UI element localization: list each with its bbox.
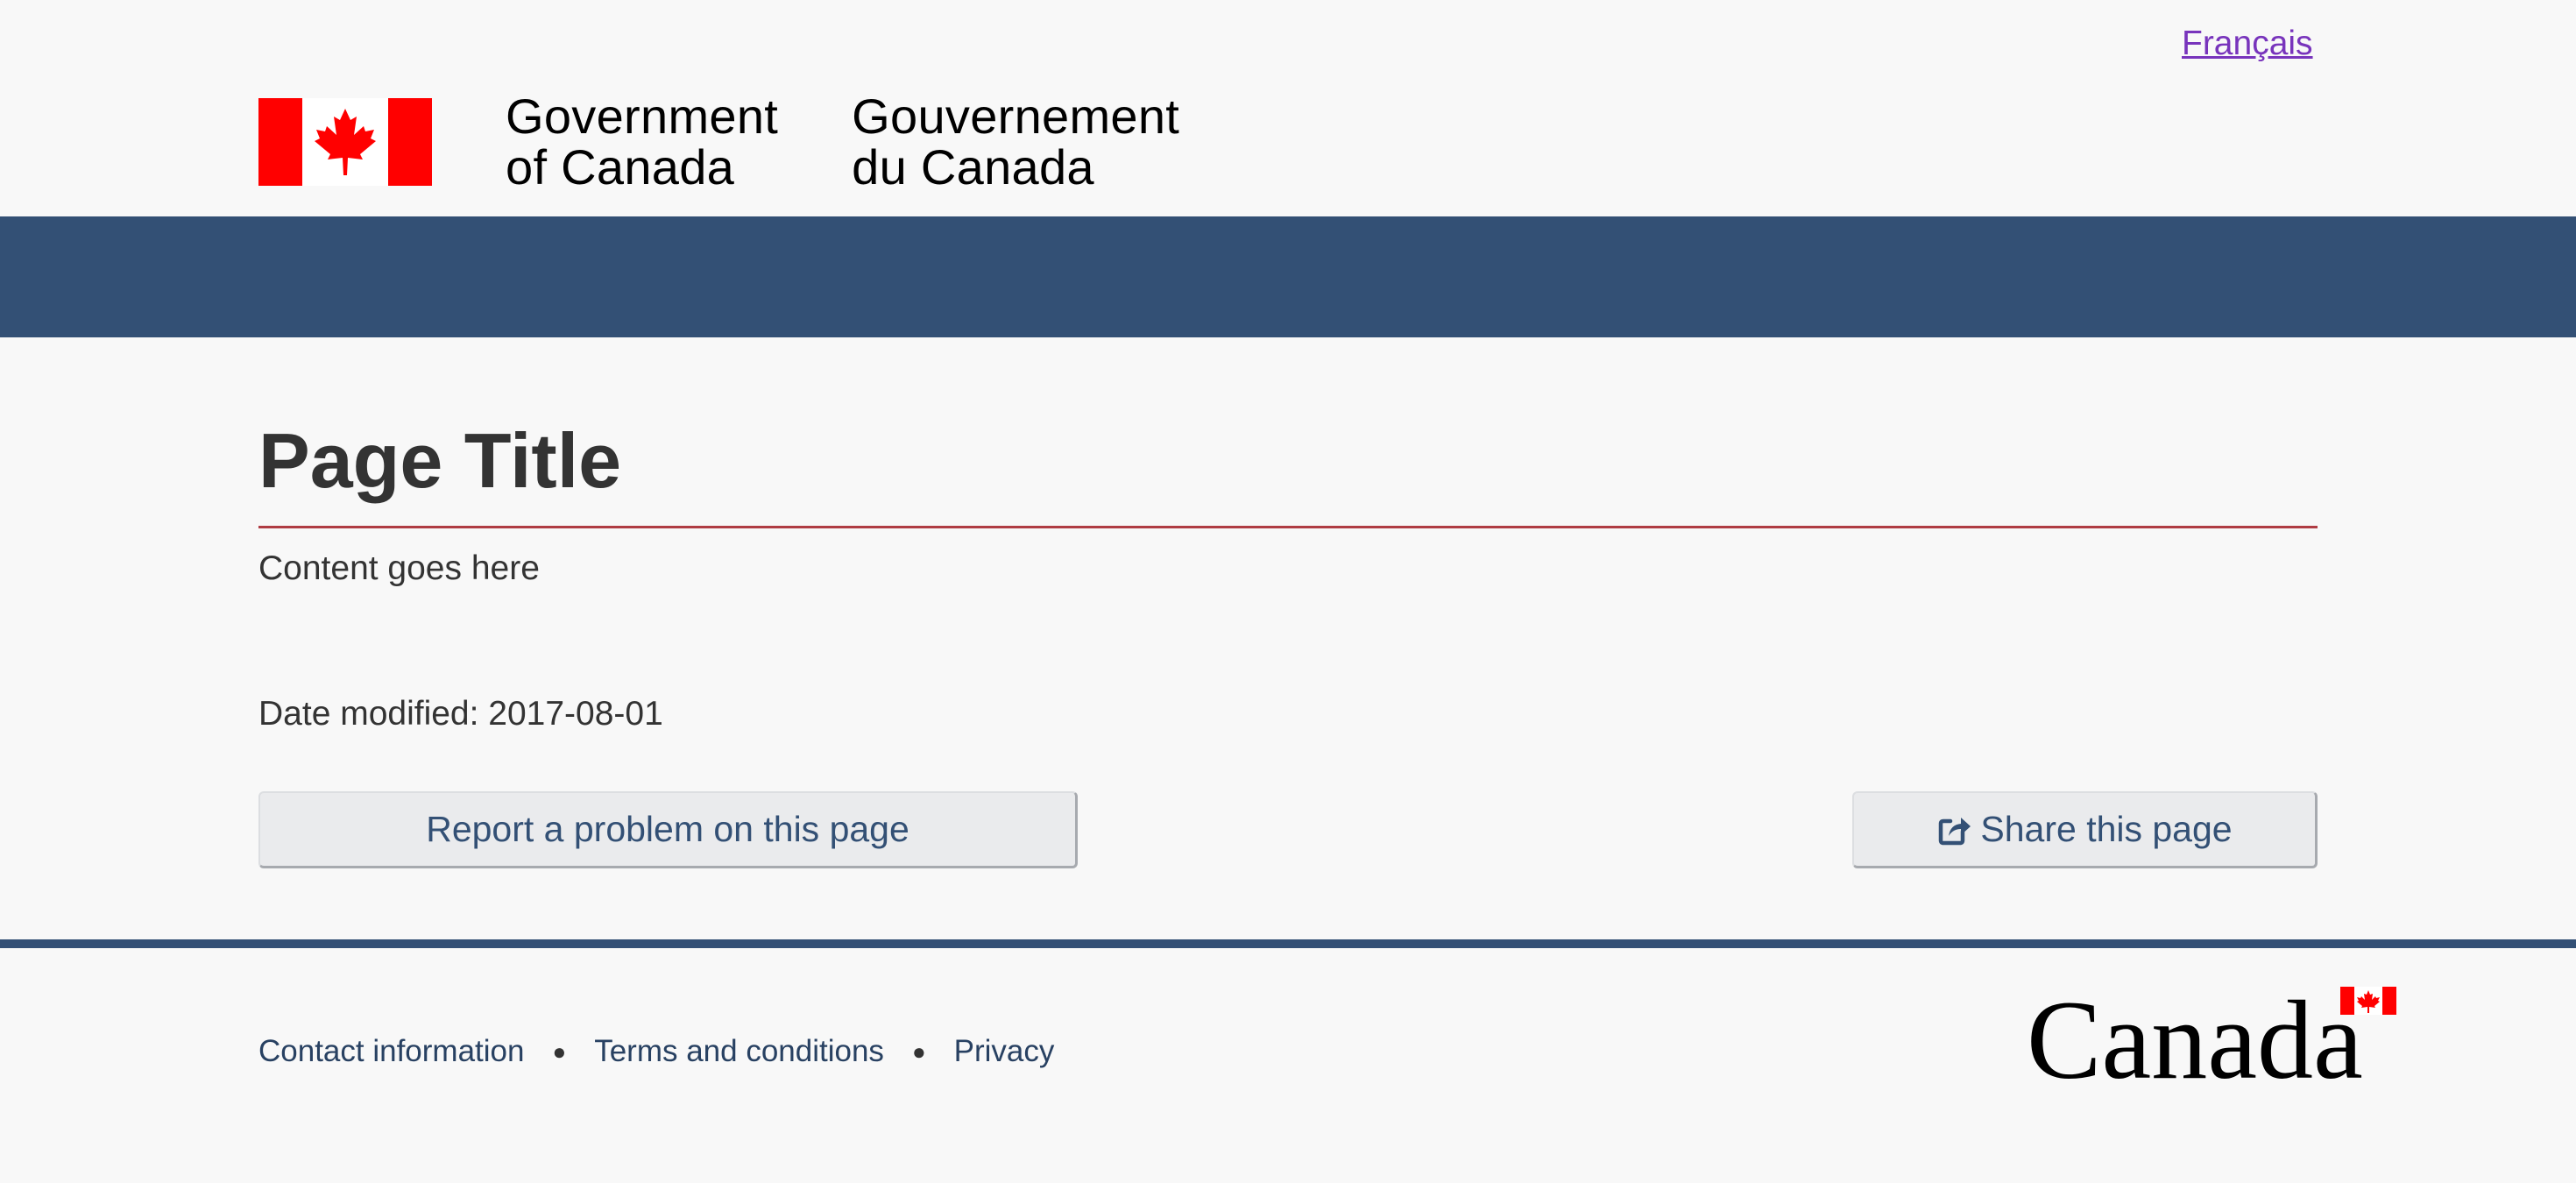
footer-link-contact[interactable]: Contact information <box>258 1034 524 1069</box>
report-problem-button[interactable]: Report a problem on this page <box>258 791 1078 868</box>
page-content: Content goes here <box>258 549 540 587</box>
government-signature[interactable]: Government of Canada Gouvernement du Can… <box>258 91 1179 193</box>
page: Français Government of Canada Gouverneme… <box>0 0 2576 1183</box>
footer-link-terms[interactable]: Terms and conditions <box>594 1034 884 1069</box>
signature-french: Gouvernement du Canada <box>852 91 1179 193</box>
footer-link-privacy[interactable]: Privacy <box>954 1034 1055 1069</box>
footer-separator-dot: ● <box>911 1038 926 1065</box>
canada-flag-icon <box>258 98 432 186</box>
footer-links: Contact information ● Terms and conditio… <box>258 1034 1054 1069</box>
share-square-icon <box>1939 817 1971 845</box>
title-underline <box>258 526 2318 528</box>
report-problem-label: Report a problem on this page <box>426 809 909 849</box>
signature-fr-line2: du Canada <box>852 139 1094 195</box>
footer-separator-dot: ● <box>552 1038 567 1065</box>
signature-en-line2: of Canada <box>506 139 735 195</box>
footer-divider <box>0 939 2576 948</box>
date-modified: Date modified: 2017-08-01 <box>258 695 663 733</box>
signature-fr-line1: Gouvernement <box>852 89 1180 144</box>
header-banner <box>0 216 2576 337</box>
language-toggle-link[interactable]: Français <box>2182 25 2313 63</box>
signature-en-line1: Government <box>506 89 779 144</box>
canada-wordmark-icon: Canada <box>2027 987 2396 1083</box>
share-page-button[interactable]: Share this page <box>1852 791 2318 868</box>
page-title: Page Title <box>258 417 622 504</box>
signature-english: Government of Canada <box>506 91 778 193</box>
share-page-label: Share this page <box>1980 809 2233 849</box>
canada-wordmark-text: Canada <box>2027 987 2363 1083</box>
